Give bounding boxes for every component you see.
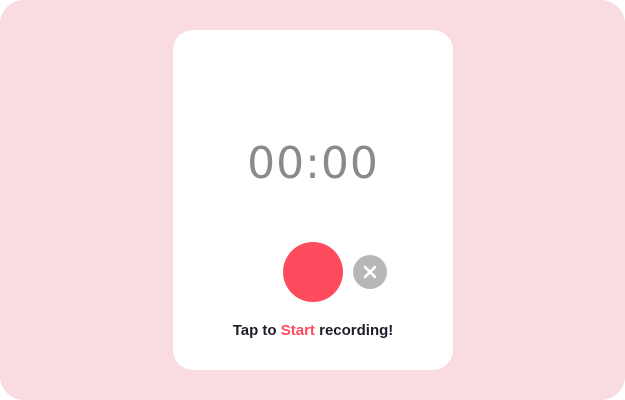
hint-suffix: recording!: [314, 322, 394, 339]
cancel-button[interactable]: [353, 255, 387, 289]
app-background: 00:00 Tap to Start recording!: [0, 0, 625, 400]
recorder-card: 00:00 Tap to Start recording!: [173, 30, 453, 370]
hint-start-word: Start: [280, 322, 315, 339]
hint-text: Tap to Start recording!: [173, 321, 453, 341]
record-button[interactable]: [283, 242, 343, 302]
timer-display: 00:00: [247, 138, 379, 189]
hint-prefix: Tap to: [232, 322, 281, 339]
close-icon: [363, 265, 377, 279]
